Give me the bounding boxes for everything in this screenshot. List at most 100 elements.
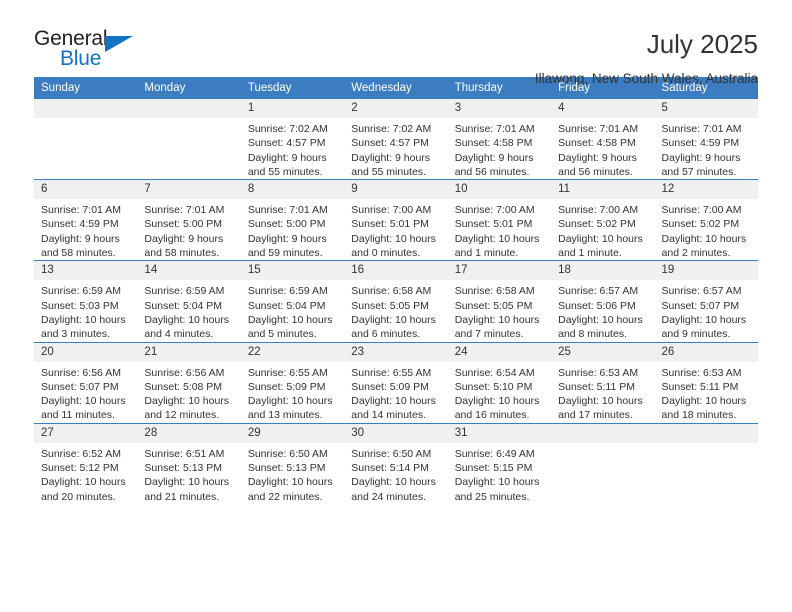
day-details: Sunrise: 6:59 AM Sunset: 5:04 PM Daylight:… (241, 280, 344, 341)
calendar-day-cell[interactable]: 16 Sunrise: 6:58 AM Sunset: 5:05 PM Dayligh… (344, 260, 448, 343)
day-details: Sunrise: 6:56 AM Sunset: 5:08 PM Daylight:… (137, 362, 240, 423)
calendar-day-cell[interactable]: 20 Sunrise: 6:56 AM Sunset: 5:07 PM Dayligh… (34, 341, 138, 424)
daylight-text-line2: and 7 minutes. (454, 328, 524, 341)
sunrise-text: Sunrise: 6:57 AM (558, 285, 639, 298)
daylight-text-line1: Daylight: 10 hours (454, 232, 540, 245)
calendar-day-cell[interactable]: 12 Sunrise: 7:00 AM Sunset: 5:02 PM Dayligh… (654, 179, 758, 261)
sunset-text: Sunset: 4:57 PM (351, 137, 429, 150)
calendar-day-cell[interactable]: 27 Sunrise: 6:52 AM Sunset: 5:12 PM Dayligh… (34, 422, 138, 504)
calendar-day-cell[interactable]: 28 Sunrise: 6:51 AM Sunset: 5:13 PM Dayligh… (137, 422, 241, 504)
calendar-day-cell[interactable]: 5 Sunrise: 7:01 AM Sunset: 4:59 PM Daylight… (654, 99, 758, 180)
day-details: Sunrise: 6:53 AM Sunset: 5:11 PM Daylight:… (551, 362, 654, 423)
calendar-day-cell[interactable]: 17 Sunrise: 6:58 AM Sunset: 5:05 PM Dayligh… (447, 260, 552, 343)
sunrise-text: Sunrise: 7:01 AM (454, 123, 535, 135)
calendar-day-cell[interactable]: 23 Sunrise: 6:55 AM Sunset: 5:09 PM Dayligh… (344, 341, 448, 424)
day-number: 9 (344, 180, 448, 200)
sunrise-text: Sunrise: 6:53 AM (558, 366, 639, 379)
daylight-text-line2: and 17 minutes. (558, 409, 633, 422)
day-number: 30 (344, 423, 448, 443)
calendar-day-cell[interactable]: 15 Sunrise: 6:59 AM Sunset: 5:04 PM Dayligh… (240, 260, 345, 343)
daylight-text-line2: and 55 minutes. (247, 165, 323, 178)
calendar-day-cell[interactable]: 6 Sunrise: 7:01 AM Sunset: 4:59 PM Daylight… (34, 179, 138, 261)
sunset-text: Sunset: 4:57 PM (247, 137, 326, 150)
sunset-text: Sunset: 5:06 PM (558, 299, 636, 312)
calendar-day-cell[interactable]: 31 Sunrise: 6:49 AM Sunset: 5:15 PM Dayligh… (447, 422, 552, 504)
calendar-day-cell-empty (34, 99, 138, 180)
daylight-text-line1: Daylight: 10 hours (144, 395, 230, 408)
day-number: 27 (34, 423, 138, 443)
sunset-text: Sunset: 5:13 PM (144, 462, 223, 475)
daylight-text-line2: and 58 minutes. (144, 247, 220, 260)
day-details: Sunrise: 6:50 AM Sunset: 5:14 PM Daylight:… (344, 443, 447, 504)
daylight-text-line1: Daylight: 10 hours (454, 395, 540, 408)
day-number: 28 (137, 423, 241, 443)
calendar-day-cell[interactable]: 8 Sunrise: 7:01 AM Sunset: 5:00 PM Daylight… (240, 179, 345, 261)
calendar-day-cell[interactable]: 2 Sunrise: 7:02 AM Sunset: 4:57 PM Daylight… (344, 99, 448, 180)
day-number: 21 (137, 342, 241, 362)
sunset-text: Sunset: 5:05 PM (351, 299, 429, 312)
daylight-text-line2: and 5 minutes. (247, 328, 317, 341)
calendar-day-cell[interactable]: 7 Sunrise: 7:01 AM Sunset: 5:00 PM Daylight… (137, 179, 241, 261)
daylight-text-line2: and 58 minutes. (41, 247, 116, 260)
day-number: 26 (654, 342, 758, 362)
daylight-text-line2: and 13 minutes. (247, 409, 323, 422)
calendar-day-cell[interactable]: 3 Sunrise: 7:01 AM Sunset: 4:58 PM Daylight… (447, 99, 552, 180)
calendar-day-cell[interactable]: 13 Sunrise: 6:59 AM Sunset: 5:03 PM Dayligh… (34, 260, 138, 343)
day-details: Sunrise: 7:02 AM Sunset: 4:57 PM Daylight:… (241, 118, 344, 179)
day-number: 13 (34, 261, 138, 281)
general-blue-logo: General Blue (34, 28, 144, 74)
calendar-day-cell[interactable]: 14 Sunrise: 6:59 AM Sunset: 5:04 PM Dayligh… (137, 260, 241, 343)
daylight-text-line2: and 59 minutes. (247, 247, 323, 260)
day-details: Sunrise: 7:00 AM Sunset: 5:01 PM Daylight:… (344, 199, 447, 260)
calendar-day-cell[interactable]: 11 Sunrise: 7:00 AM Sunset: 5:02 PM Dayligh… (551, 179, 655, 261)
daylight-text-line2: and 57 minutes. (661, 165, 737, 178)
day-details: Sunrise: 6:55 AM Sunset: 5:09 PM Daylight:… (344, 362, 447, 423)
sunset-text: Sunset: 5:15 PM (454, 462, 533, 475)
daylight-text-line2: and 56 minutes. (558, 165, 633, 178)
calendar-day-cell[interactable]: 22 Sunrise: 6:55 AM Sunset: 5:09 PM Dayligh… (240, 341, 345, 424)
daylight-text-line1: Daylight: 9 hours (661, 151, 741, 164)
sunset-text: Sunset: 4:58 PM (454, 137, 533, 150)
day-number: 6 (34, 180, 138, 200)
sunset-text: Sunset: 5:02 PM (661, 218, 740, 231)
daylight-text-line1: Daylight: 10 hours (558, 232, 643, 245)
sunset-text: Sunset: 5:07 PM (41, 380, 119, 393)
day-number: 16 (344, 261, 448, 281)
daylight-text-line1: Daylight: 10 hours (247, 476, 333, 489)
day-details: Sunrise: 7:00 AM Sunset: 5:02 PM Daylight:… (551, 199, 654, 260)
daylight-text-line2: and 16 minutes. (454, 409, 530, 422)
sunset-text: Sunset: 5:14 PM (351, 462, 429, 475)
calendar-day-cell[interactable]: 10 Sunrise: 7:00 AM Sunset: 5:01 PM Dayligh… (447, 179, 552, 261)
daylight-text-line1: Daylight: 9 hours (144, 232, 224, 245)
calendar-day-cell[interactable]: 1 Sunrise: 7:02 AM Sunset: 4:57 PM Daylight… (240, 99, 345, 180)
sunset-text: Sunset: 4:59 PM (41, 218, 119, 231)
day-details: Sunrise: 6:51 AM Sunset: 5:13 PM Daylight:… (137, 443, 240, 504)
calendar-day-cell[interactable]: 18 Sunrise: 6:57 AM Sunset: 5:06 PM Dayligh… (551, 260, 655, 343)
calendar-day-cell[interactable]: 30 Sunrise: 6:50 AM Sunset: 5:14 PM Dayligh… (344, 422, 448, 504)
daylight-text-line2: and 1 minute. (558, 247, 622, 260)
day-number: 8 (240, 180, 345, 200)
calendar-day-cell[interactable]: 21 Sunrise: 6:56 AM Sunset: 5:08 PM Dayligh… (137, 341, 241, 424)
calendar-body: 1 Sunrise: 7:02 AM Sunset: 4:57 PM Daylight… (34, 99, 758, 504)
sunrise-text: Sunrise: 6:54 AM (454, 366, 535, 379)
calendar-day-cell[interactable]: 25 Sunrise: 6:53 AM Sunset: 5:11 PM Dayligh… (551, 341, 655, 424)
calendar-day-cell[interactable]: 19 Sunrise: 6:57 AM Sunset: 5:07 PM Dayligh… (654, 260, 758, 343)
sunrise-text: Sunrise: 7:00 AM (454, 204, 535, 217)
calendar-day-cell[interactable]: 9 Sunrise: 7:00 AM Sunset: 5:01 PM Daylight… (344, 179, 448, 261)
sunrise-text: Sunrise: 6:49 AM (454, 447, 535, 460)
calendar-day-cell[interactable]: 29 Sunrise: 6:50 AM Sunset: 5:13 PM Dayligh… (240, 422, 345, 504)
sunrise-text: Sunrise: 6:50 AM (247, 447, 328, 460)
sunrise-text: Sunrise: 7:01 AM (661, 123, 742, 135)
day-number (551, 423, 655, 443)
sunset-text: Sunset: 5:09 PM (351, 380, 429, 393)
sunrise-text: Sunrise: 7:02 AM (351, 123, 432, 135)
sunrise-text: Sunrise: 6:59 AM (247, 285, 328, 298)
calendar-day-cell[interactable]: 24 Sunrise: 6:54 AM Sunset: 5:10 PM Dayligh… (447, 341, 552, 424)
calendar-day-cell[interactable]: 26 Sunrise: 6:53 AM Sunset: 5:11 PM Dayligh… (654, 341, 758, 424)
daylight-text-line1: Daylight: 10 hours (661, 395, 747, 408)
day-number: 14 (137, 261, 241, 281)
daylight-text-line2: and 1 minute. (454, 247, 519, 260)
daylight-text-line1: Daylight: 9 hours (247, 151, 327, 164)
calendar-day-cell[interactable]: 4 Sunrise: 7:01 AM Sunset: 4:58 PM Daylight… (551, 99, 655, 180)
weekday-header-sunday: Sunday (34, 77, 138, 99)
